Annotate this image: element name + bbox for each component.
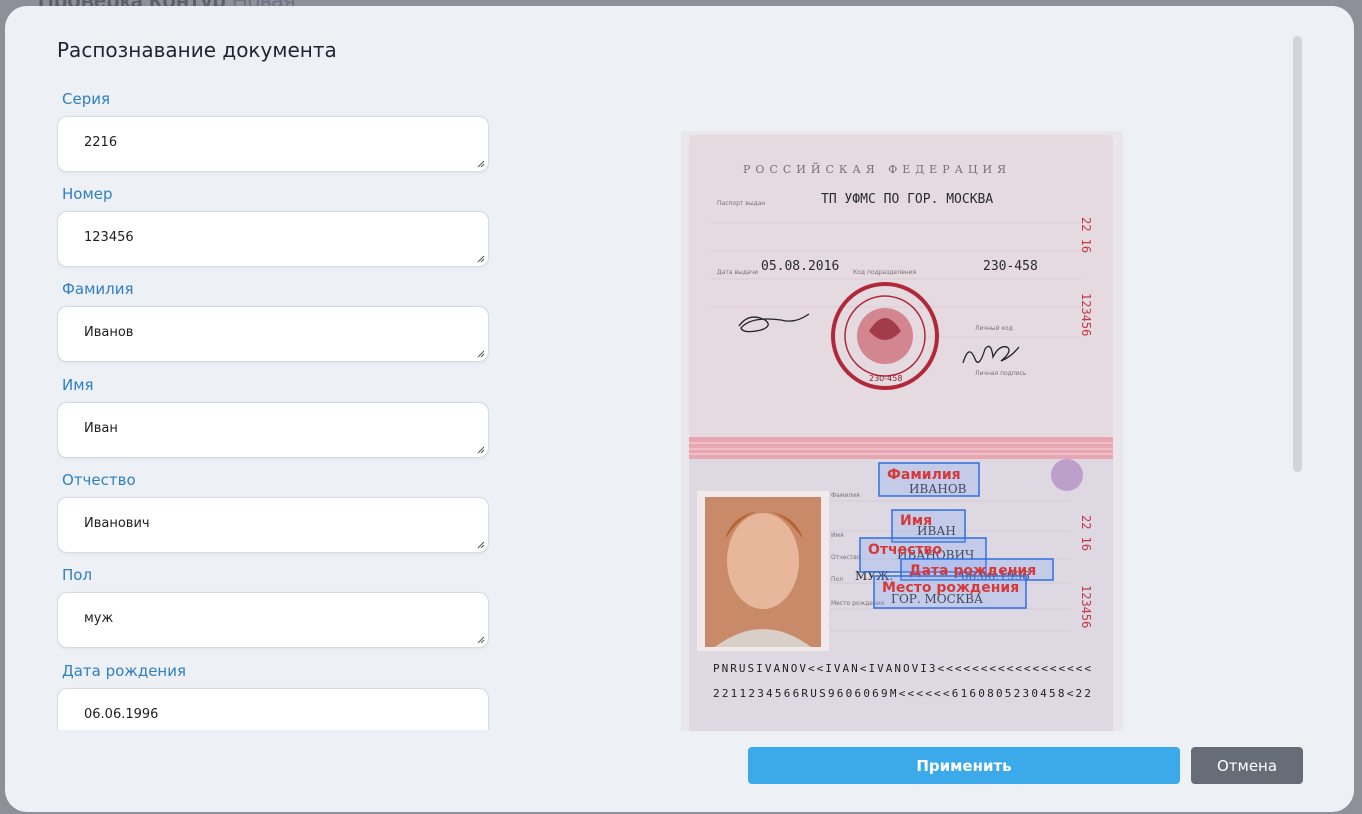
passport-series-side-bottom: 22 16 bbox=[1079, 515, 1093, 551]
resize-grip-icon[interactable] bbox=[477, 541, 485, 549]
resize-grip-icon[interactable] bbox=[477, 446, 485, 454]
stamp-number: 230-458 bbox=[869, 374, 902, 383]
series-input[interactable]: 2216 bbox=[57, 116, 489, 172]
overlay-name[interactable]: Имя bbox=[891, 509, 966, 543]
passport-sex-caption: Пол bbox=[831, 576, 843, 583]
overlay-patronymic-label: Отчество bbox=[868, 542, 942, 558]
field-surname-label: Фамилия bbox=[62, 280, 134, 298]
modal-title: Распознавание документа bbox=[57, 38, 337, 62]
emblem-icon bbox=[1051, 459, 1083, 491]
overlay-surname-label: Фамилия bbox=[887, 467, 961, 483]
overlay-name-label: Имя bbox=[900, 513, 932, 529]
birth-date-input[interactable]: 06.06.1996 bbox=[57, 688, 489, 730]
resize-grip-icon[interactable] bbox=[477, 636, 485, 644]
patronymic-value: Иванович bbox=[84, 516, 150, 531]
passport-mrz-line2: 2211234566RUS9606069M<<<<<<6160805230458… bbox=[713, 687, 1091, 700]
recognized-fields-list[interactable]: Серия 2216 Номер 123456 Фамилия Иванов И… bbox=[57, 84, 489, 730]
sex-value: муж bbox=[84, 611, 114, 626]
field-name-label: Имя bbox=[62, 376, 94, 394]
number-value: 123456 bbox=[84, 230, 134, 245]
passport-division-code: 230-458 bbox=[983, 259, 1038, 274]
sex-input[interactable]: муж bbox=[57, 592, 489, 648]
passport-scan: РОССИЙСКАЯ ФЕДЕРАЦИЯ Паспорт выдан ТП УФ… bbox=[689, 135, 1113, 731]
resize-grip-icon[interactable] bbox=[477, 255, 485, 263]
passport-personal-code-caption: Личный код bbox=[975, 325, 1013, 332]
patronymic-input[interactable]: Иванович bbox=[57, 497, 489, 553]
apply-button[interactable]: Применить bbox=[748, 747, 1180, 784]
series-value: 2216 bbox=[84, 135, 118, 150]
resize-grip-icon[interactable] bbox=[477, 160, 485, 168]
name-value: Иван bbox=[84, 421, 118, 436]
name-input[interactable]: Иван bbox=[57, 402, 489, 458]
resize-grip-icon[interactable] bbox=[477, 350, 485, 358]
surname-value: Иванов bbox=[84, 325, 134, 340]
overlay-surname[interactable]: Фамилия bbox=[878, 462, 980, 497]
passport-number-side-top: 123456 bbox=[1079, 293, 1093, 336]
passport-country: РОССИЙСКАЯ ФЕДЕРАЦИЯ bbox=[743, 162, 1011, 176]
field-birth-date-label: Дата рождения bbox=[62, 662, 186, 680]
document-recognition-modal: Распознавание документа Серия 2216 Номер… bbox=[5, 6, 1354, 812]
overlay-birth-place[interactable]: Место рождения bbox=[873, 575, 1027, 609]
number-input[interactable]: 123456 bbox=[57, 211, 489, 267]
passport-patronymic-caption: Отчество bbox=[831, 554, 861, 561]
field-number-label: Номер bbox=[62, 185, 113, 203]
cancel-button[interactable]: Отмена bbox=[1191, 747, 1303, 784]
passport-division-caption: Код подразделения bbox=[853, 269, 917, 276]
holder-photo bbox=[697, 491, 829, 651]
passport-issue-date: 05.08.2016 bbox=[761, 259, 839, 274]
field-patronymic-label: Отчество bbox=[62, 471, 136, 489]
field-series-label: Серия bbox=[62, 90, 110, 108]
passport-image: РОССИЙСКАЯ ФЕДЕРАЦИЯ Паспорт выдан ТП УФ… bbox=[681, 131, 1123, 731]
overlay-birth-place-label: Место рождения bbox=[882, 580, 1019, 596]
passport-signature-caption: Личная подпись bbox=[975, 370, 1027, 377]
passport-mrz-line1: PNRUSIVANOV<<IVAN<IVANOVI3<<<<<<<<<<<<<<… bbox=[713, 662, 1091, 675]
scrollbar-thumb[interactable] bbox=[1293, 36, 1302, 472]
passport-number-side-bottom: 123456 bbox=[1079, 585, 1093, 628]
surname-input[interactable]: Иванов bbox=[57, 306, 489, 362]
birth-date-value: 06.06.1996 bbox=[84, 707, 159, 722]
passport-issue-date-caption: Дата выдачи bbox=[717, 269, 758, 276]
passport-issued-by-caption: Паспорт выдан bbox=[717, 200, 765, 207]
field-sex-label: Пол bbox=[62, 566, 93, 584]
passport-series-side-top: 22 16 bbox=[1079, 217, 1093, 253]
passport-issued-by: ТП УФМС ПО ГОР. МОСКВА bbox=[821, 192, 993, 207]
passport-name-caption: Имя bbox=[831, 532, 844, 539]
passport-surname-caption: Фамилия bbox=[831, 492, 860, 499]
